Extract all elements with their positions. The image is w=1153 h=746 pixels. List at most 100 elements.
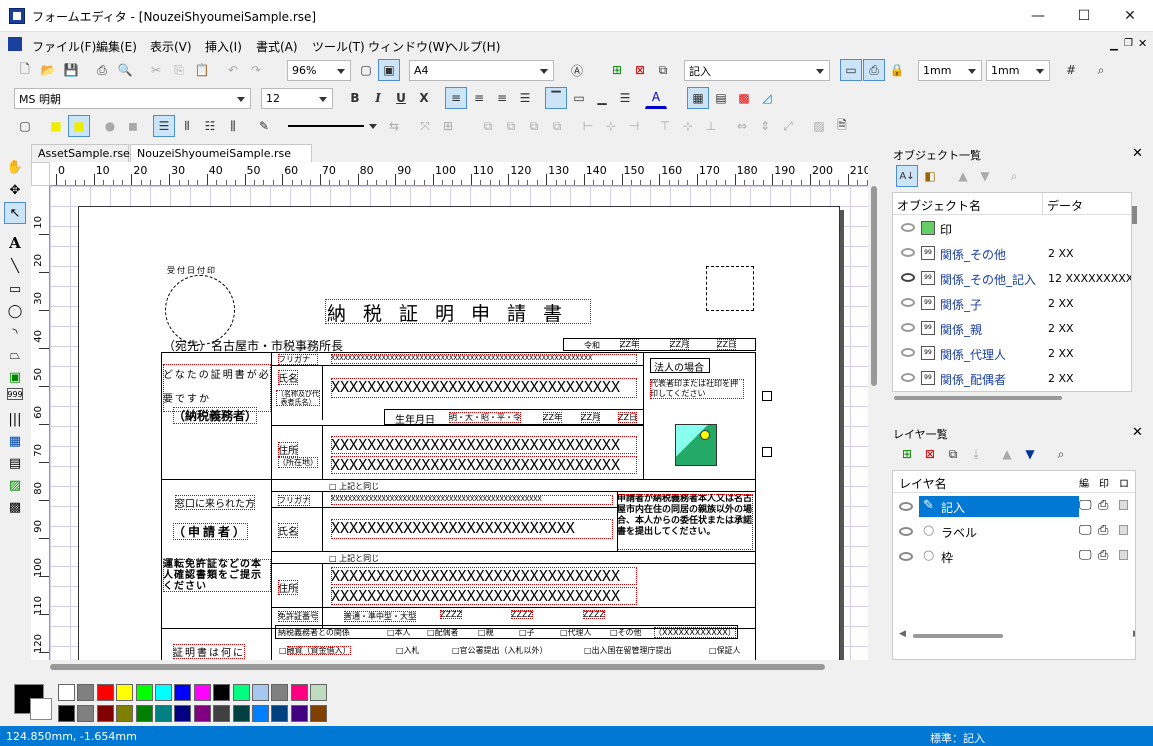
valign-fill-icon[interactable]: ☰ <box>614 87 636 109</box>
taxpayer-name-field[interactable]: XXXXXXXXXXXXXXXXXXXXXXXXXXXXXXXX <box>331 378 637 398</box>
canvas-horizontal-scrollbar[interactable] <box>50 660 868 674</box>
strike-button[interactable]: X <box>413 87 435 109</box>
objects-scroll-thumb[interactable] <box>1132 206 1137 224</box>
object-row[interactable]: 99 関係_その他 2 XX <box>893 241 1131 266</box>
field-view-icon[interactable]: ▤ <box>710 87 732 109</box>
mdi-restore-icon[interactable]: ❐ <box>1124 38 1133 49</box>
minimize-button[interactable]: — <box>1015 0 1061 32</box>
birth-year[interactable]: ZZ年 <box>543 412 562 423</box>
color-swatch[interactable] <box>310 684 328 701</box>
menu-file[interactable]: ファイル(F) <box>32 38 96 55</box>
radio-icon[interactable]: ○ <box>923 548 934 563</box>
object-row[interactable]: 99 関係_子 2 XX <box>893 291 1131 316</box>
cut-icon[interactable]: ✂ <box>145 59 167 81</box>
radio-icon[interactable]: ○ <box>923 523 934 538</box>
date-month[interactable]: ZZ月 <box>670 339 689 350</box>
license-types[interactable]: 普通・準中型・大型 <box>344 611 416 622</box>
swap-icon[interactable]: ⇆ <box>383 115 405 137</box>
date-year[interactable]: ZZ年 <box>620 339 639 350</box>
add-layer-icon[interactable]: ⊞ <box>896 443 918 465</box>
color-swatch[interactable] <box>58 684 75 701</box>
color-swatch[interactable] <box>77 705 95 722</box>
send-back-icon[interactable]: ⧉ <box>546 115 568 137</box>
fit-page-icon[interactable]: ▢ <box>355 59 377 81</box>
color-swatch[interactable] <box>135 684 153 701</box>
align-lefts-icon[interactable]: ⊢ <box>577 115 599 137</box>
eye-icon[interactable] <box>901 298 915 307</box>
layer-select[interactable]: 記入 <box>684 60 830 81</box>
license-z2[interactable]: ZZZZ <box>511 610 533 619</box>
purpose-1-checkbox[interactable]: □融資（資金借入） <box>279 645 351 656</box>
color-swatch[interactable] <box>77 684 95 701</box>
add-object-icon[interactable]: ⊞ <box>606 59 628 81</box>
align-middles-icon[interactable]: ⊹ <box>677 115 699 137</box>
open-icon[interactable]: 📂 <box>37 59 59 81</box>
same-height-icon[interactable]: ⇕ <box>754 115 776 137</box>
move-up-icon[interactable]: ▲ <box>952 165 974 187</box>
color-swatch[interactable] <box>271 684 289 701</box>
fit-width-icon[interactable]: ▣ <box>378 59 400 81</box>
applicant-address-line2[interactable]: XXXXXXXXXXXXXXXXXXXXXXXXXXXXXXXX <box>331 587 637 605</box>
birth-month[interactable]: ZZ月 <box>581 412 600 423</box>
eye-icon[interactable] <box>901 323 915 332</box>
layer-up-icon[interactable]: ▲ <box>996 443 1018 465</box>
eye-icon[interactable] <box>901 373 915 382</box>
eye-icon[interactable] <box>901 273 915 282</box>
object-row[interactable]: 印 <box>893 216 1131 241</box>
taxpayer-furigana-field[interactable]: XXXXXXXXXXXXXXXXXXXXXXXXXXXXXXXXXXXXXXXX… <box>331 354 637 364</box>
color-swatch[interactable] <box>193 705 211 722</box>
layers-sort-icon[interactable]: ◧ <box>919 165 941 187</box>
color-swatch[interactable] <box>193 684 211 701</box>
color-swatch[interactable] <box>271 705 289 722</box>
monitor-icon[interactable]: 🖵 <box>1079 498 1092 513</box>
color-swatch[interactable] <box>310 705 328 722</box>
text-color-icon[interactable]: A <box>645 87 667 109</box>
close-button[interactable]: ✕ <box>1107 0 1153 32</box>
layer-row[interactable]: ○ 枠 🖵 ⎙ <box>893 544 1135 569</box>
rel-parent-checkbox[interactable]: □親 <box>478 627 494 638</box>
paste-icon[interactable]: 📋 <box>191 59 213 81</box>
pen-icon[interactable]: ✎ <box>253 115 275 137</box>
grid-unit-select[interactable]: 1mm <box>918 60 982 81</box>
same-size-icon[interactable]: ⤢ <box>777 115 799 137</box>
menu-window[interactable]: ウィンドウ(W) <box>368 38 449 55</box>
eye-icon[interactable] <box>901 223 915 232</box>
import-layer-icon[interactable]: ⤓ <box>965 443 987 465</box>
date-day[interactable]: ZZ日 <box>717 339 736 350</box>
align-right-icon[interactable]: ≡ <box>491 87 513 109</box>
font-dialog-icon[interactable]: Ⓐ <box>566 59 588 81</box>
fill-yellow-icon[interactable]: ■ <box>45 115 67 137</box>
lock-icon[interactable] <box>1119 500 1128 510</box>
layer-row[interactable]: ✎ 記入 🖵 ⎙ <box>893 494 1135 519</box>
ellipse-tool-icon[interactable]: ◯ <box>4 300 26 322</box>
line-tool-icon[interactable]: ╲ <box>4 255 26 277</box>
eye-icon[interactable] <box>901 248 915 257</box>
underline-button[interactable]: U <box>390 87 412 109</box>
layer-print-icon[interactable]: ⎙ <box>863 59 885 81</box>
table-tool-icon[interactable]: ▦ <box>4 430 26 452</box>
valign-middle-icon[interactable]: ▭ <box>568 87 590 109</box>
line-v-icon[interactable]: ⦀ <box>176 115 198 137</box>
hand-icon[interactable]: ✋ <box>4 156 26 178</box>
lock-icon[interactable] <box>1119 525 1128 535</box>
copy-layer-icon[interactable]: ⧉ <box>942 443 964 465</box>
object-inspect-icon[interactable]: ⌕ <box>1003 165 1025 187</box>
purpose-3-checkbox[interactable]: □官公署提出（入札以外） <box>452 645 548 656</box>
applicant-furigana-field[interactable]: XXXXXXXXXXXXXXXXXXXXXXXXXXXXXXXXXXXXXXXX… <box>331 495 613 505</box>
applicant-address-line1[interactable]: XXXXXXXXXXXXXXXXXXXXXXXXXXXXXXXX <box>331 567 637 585</box>
grid-view-icon[interactable]: ▦ <box>687 87 709 109</box>
birth-day[interactable]: ZZ日 <box>618 412 637 423</box>
polygon-tool-icon[interactable]: ⏢ <box>4 344 26 366</box>
license-z3[interactable]: ZZZZ <box>583 610 605 619</box>
license-z1[interactable]: ZZZZ <box>440 610 462 619</box>
menu-view[interactable]: 表示(V) <box>150 38 192 55</box>
connect-icon[interactable]: ⤧ <box>414 115 436 137</box>
eye-icon[interactable] <box>901 348 915 357</box>
maximize-button[interactable]: ☐ <box>1061 0 1107 32</box>
bold-button[interactable]: B <box>344 87 366 109</box>
font-select[interactable]: MS 明朝 <box>14 88 251 109</box>
purpose-4-checkbox[interactable]: □出入国在留管理庁提出 <box>584 645 672 656</box>
birth-era[interactable]: 明・大・昭・平・令 <box>449 412 521 423</box>
page-setup-icon[interactable]: 🗎 <box>831 115 853 137</box>
move-icon[interactable]: ✥ <box>4 179 26 201</box>
